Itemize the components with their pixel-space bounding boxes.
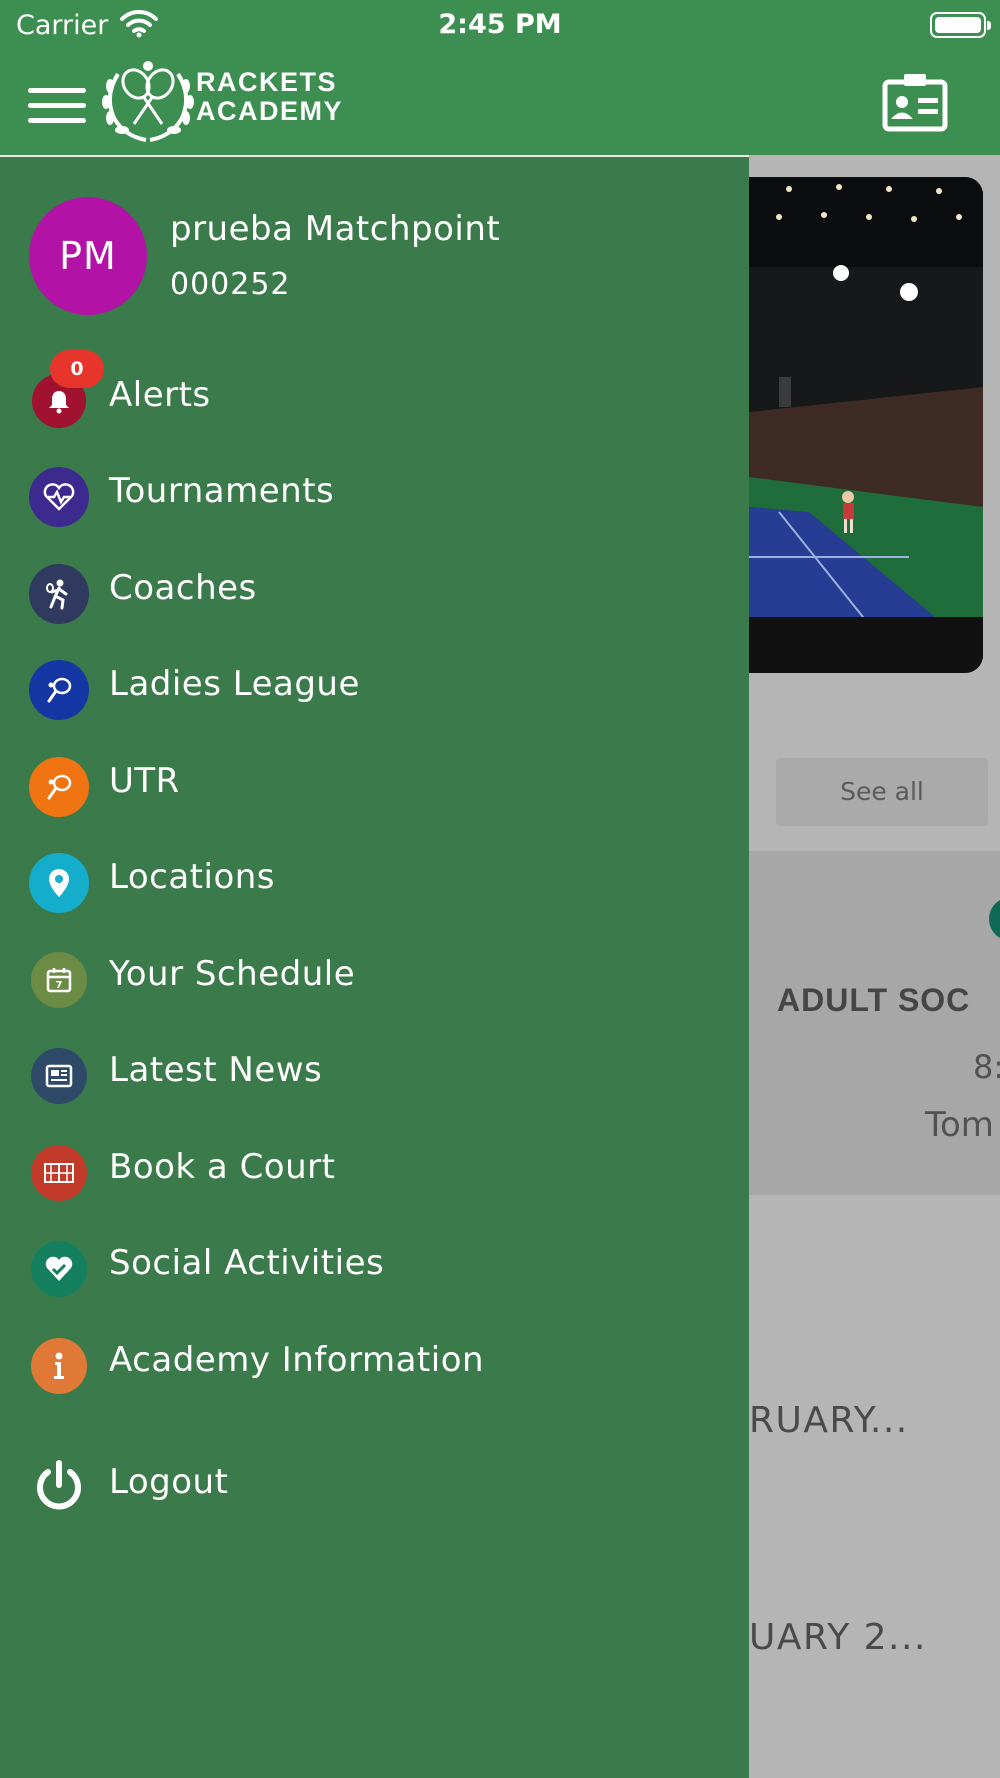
news-title[interactable]: RUARY...	[749, 1400, 909, 1441]
menu-item-label: Latest News	[109, 1050, 323, 1090]
avatar[interactable]: PM	[29, 197, 147, 315]
side-drawer: PM prueba Matchpoint 000252 0 Alerts Tou…	[0, 155, 749, 1778]
power-icon	[31, 1458, 87, 1514]
heartbeat-icon	[29, 467, 89, 527]
logout-label: Logout	[109, 1462, 229, 1502]
menu-item-academy-information[interactable]: Academy Information	[0, 1320, 749, 1406]
menu-item-ladies-league[interactable]: Ladies League	[0, 644, 749, 730]
member-card-icon[interactable]	[882, 72, 948, 136]
menu-item-label: Social Activities	[109, 1243, 385, 1283]
menu-item-label: Your Schedule	[109, 954, 356, 994]
tennis-player-icon	[29, 564, 89, 624]
event-title: ADULT SOC	[777, 982, 971, 1018]
status-time: 2:45 PM	[438, 9, 562, 40]
map-pin-icon	[29, 853, 89, 913]
menu-item-label: UTR	[109, 761, 180, 801]
racket-icon	[29, 660, 89, 720]
news-title[interactable]: UARY 2...	[749, 1617, 927, 1658]
user-id: 000252	[170, 267, 291, 302]
svg-text:7: 7	[56, 980, 63, 991]
menu-item-coaches[interactable]: Coaches	[0, 548, 749, 634]
menu-item-locations[interactable]: Locations	[0, 837, 749, 923]
status-bar: Carrier 2:45 PM	[0, 0, 1000, 50]
calendar-icon: 7	[31, 952, 87, 1008]
menu-item-label: Locations	[109, 857, 276, 897]
logout-button[interactable]: Logout	[0, 1442, 749, 1528]
see-all-button[interactable]: See all	[776, 758, 988, 826]
app-header: Carrier 2:45 PM RACKETS ACADEMY	[0, 0, 1000, 155]
event-time: 8:	[973, 1048, 1000, 1086]
background-content: See all ADULT SOC 8: Tom RUARY... UARY 2…	[749, 155, 1000, 1778]
info-icon	[31, 1338, 87, 1394]
menu-item-label: Coaches	[109, 568, 257, 608]
newspaper-icon	[31, 1048, 87, 1104]
event-host: Tom	[925, 1105, 994, 1145]
user-name: prueba Matchpoint	[170, 209, 501, 249]
menu-item-label: Alerts	[109, 375, 211, 415]
menu-item-tournaments[interactable]: Tournaments	[0, 451, 749, 537]
menu-item-your-schedule[interactable]: 7 Your Schedule	[0, 934, 749, 1020]
menu-icon[interactable]	[28, 88, 86, 128]
heart-check-icon	[31, 1241, 87, 1297]
menu-item-label: Ladies League	[109, 664, 360, 704]
menu-item-utr[interactable]: UTR	[0, 741, 749, 827]
racket-icon	[29, 757, 89, 817]
court-icon	[31, 1145, 87, 1201]
menu-item-alerts[interactable]: 0 Alerts	[0, 350, 749, 441]
battery-icon	[930, 12, 991, 38]
menu-item-social-activities[interactable]: Social Activities	[0, 1223, 749, 1309]
menu-item-book-a-court[interactable]: Book a Court	[0, 1127, 749, 1213]
menu-item-latest-news[interactable]: Latest News	[0, 1030, 749, 1116]
academy-logo-icon	[100, 56, 196, 152]
alerts-count-badge: 0	[50, 350, 104, 388]
menu-item-label: Tournaments	[109, 471, 335, 511]
menu-item-label: Book a Court	[109, 1147, 336, 1187]
menu-item-label: Academy Information	[109, 1340, 485, 1380]
brand-name: RACKETS ACADEMY	[196, 67, 344, 126]
tennis-court-image[interactable]	[749, 177, 983, 673]
